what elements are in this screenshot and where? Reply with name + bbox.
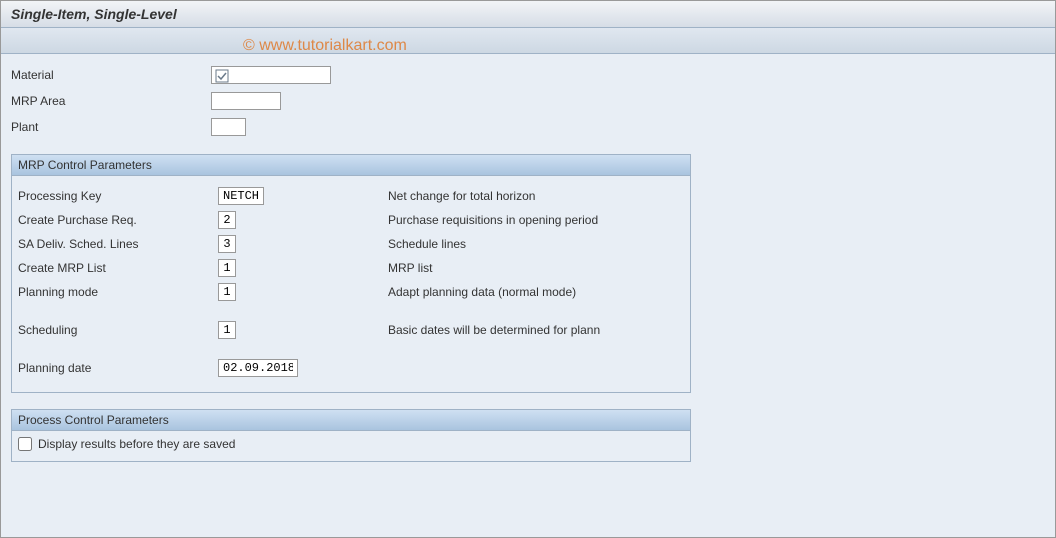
row-processing-key: Processing Key Net change for total hori…: [18, 184, 684, 208]
label-mrp-list: Create MRP List: [18, 261, 218, 275]
label-sa-lines: SA Deliv. Sched. Lines: [18, 237, 218, 251]
mrp-group-body: Processing Key Net change for total hori…: [12, 176, 690, 392]
page-title: Single-Item, Single-Level: [1, 1, 1055, 28]
desc-sa-lines: Schedule lines: [388, 237, 466, 251]
label-material: Material: [11, 68, 211, 82]
row-material: Material: [11, 64, 1045, 86]
row-planning-mode: Planning mode Adapt planning data (norma…: [18, 280, 684, 304]
label-processing-key: Processing Key: [18, 189, 218, 203]
process-group-title: Process Control Parameters: [12, 410, 690, 431]
search-help-icon[interactable]: [215, 68, 229, 83]
desc-mrp-list: MRP list: [388, 261, 432, 275]
desc-create-pr: Purchase requisitions in opening period: [388, 213, 598, 227]
row-display-results: Display results before they are saved: [12, 431, 690, 461]
label-mrp-area: MRP Area: [11, 94, 211, 108]
desc-processing-key: Net change for total horizon: [388, 189, 535, 203]
row-plant: Plant: [11, 116, 1045, 138]
mrp-area-input[interactable]: [211, 92, 281, 110]
row-create-pr: Create Purchase Req. Purchase requisitio…: [18, 208, 684, 232]
label-create-pr: Create Purchase Req.: [18, 213, 218, 227]
sa-lines-input[interactable]: [218, 235, 236, 253]
label-planning-mode: Planning mode: [18, 285, 218, 299]
row-sa-lines: SA Deliv. Sched. Lines Schedule lines: [18, 232, 684, 256]
mrp-control-group: MRP Control Parameters Processing Key Ne…: [11, 154, 691, 393]
scheduling-input[interactable]: [218, 321, 236, 339]
planning-date-input[interactable]: [218, 359, 298, 377]
mrp-group-title: MRP Control Parameters: [12, 155, 690, 176]
row-mrp-list: Create MRP List MRP list: [18, 256, 684, 280]
title-text: Single-Item, Single-Level: [11, 6, 177, 22]
label-scheduling: Scheduling: [18, 323, 218, 337]
desc-planning-mode: Adapt planning data (normal mode): [388, 285, 576, 299]
planning-mode-input[interactable]: [218, 283, 236, 301]
label-planning-date: Planning date: [18, 361, 218, 375]
content-area: Material MRP Area Plant MRP Control Para…: [1, 54, 1055, 472]
process-control-group: Process Control Parameters Display resul…: [11, 409, 691, 462]
label-display-results: Display results before they are saved: [38, 437, 235, 451]
row-scheduling: Scheduling Basic dates will be determine…: [18, 318, 684, 342]
toolbar: [1, 28, 1055, 54]
processing-key-input[interactable]: [218, 187, 264, 205]
display-results-checkbox[interactable]: [18, 437, 32, 451]
create-pr-input[interactable]: [218, 211, 236, 229]
desc-scheduling: Basic dates will be determined for plann: [388, 323, 600, 337]
plant-input[interactable]: [211, 118, 246, 136]
row-planning-date: Planning date: [18, 356, 684, 380]
material-input[interactable]: [211, 66, 331, 84]
mrp-list-input[interactable]: [218, 259, 236, 277]
row-mrp-area: MRP Area: [11, 90, 1045, 112]
label-plant: Plant: [11, 120, 211, 134]
